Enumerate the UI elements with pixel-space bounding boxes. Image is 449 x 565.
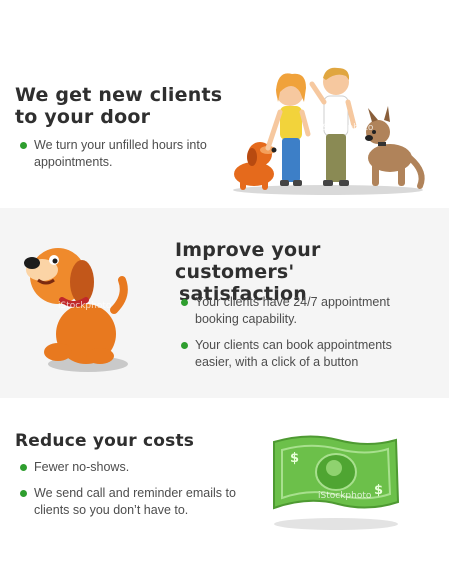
bullet-item: Your clients can book appointments easie… [176, 337, 416, 371]
title-line: Improve your customers' [175, 239, 321, 283]
watermark: iStockphoto [58, 301, 112, 311]
dollar-bill-illustration: $ $ iStockphoto [273, 435, 400, 530]
watermark: iStockphoto [318, 491, 372, 501]
title-line: to your door [15, 106, 151, 128]
bullet-item: We send call and reminder emails to clie… [15, 485, 245, 519]
bullet-item: We turn your unfilled hours into appoint… [15, 137, 215, 171]
svg-text:$: $ [290, 451, 299, 466]
bullet-list: Fewer no-shows. We send call and reminde… [15, 459, 245, 528]
section-title-new-clients: We get new clients to your door [15, 84, 225, 128]
svg-text:$: $ [374, 483, 383, 498]
bullet-list: We turn your unfilled hours into appoint… [15, 137, 215, 180]
bullet-item: Your clients have 24/7 appointment booki… [176, 294, 416, 328]
title-line: We get new clients [15, 84, 223, 106]
bullet-item: Fewer no-shows. [15, 459, 245, 476]
bullet-list: Your clients have 24/7 appointment booki… [176, 294, 416, 380]
sitting-dog-illustration: iStockphoto [24, 248, 128, 372]
watermark: iStockphoto [320, 123, 374, 133]
section-title-reduce-costs: Reduce your costs [15, 431, 195, 451]
couple-with-dogs-illustration: iStockphoto [233, 67, 425, 195]
